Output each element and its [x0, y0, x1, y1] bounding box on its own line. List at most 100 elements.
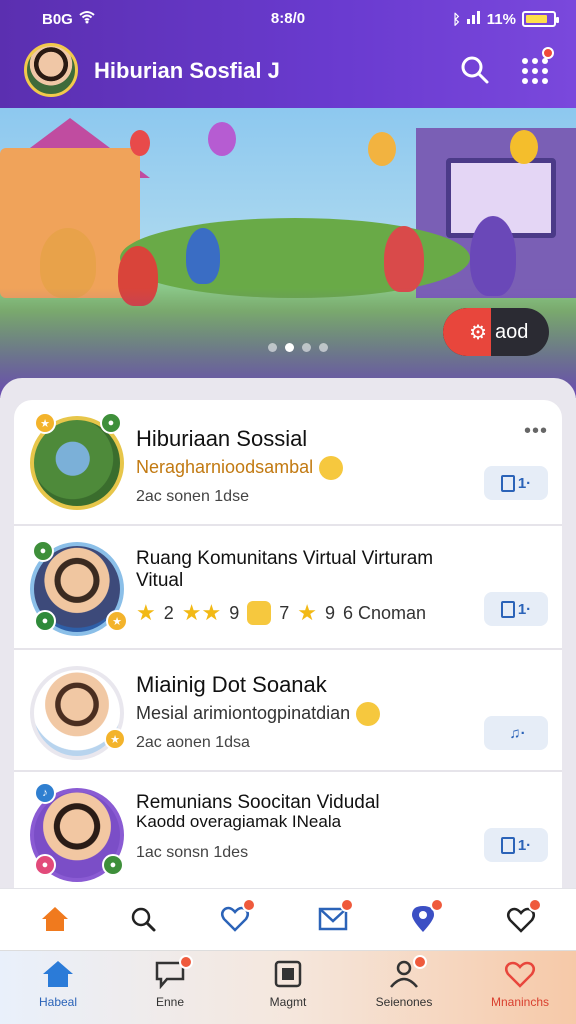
search-icon — [131, 907, 156, 932]
document-icon — [500, 474, 515, 492]
item-meta: 2ac sonen 1dse — [136, 488, 249, 505]
menu-grid-button[interactable] — [522, 47, 554, 85]
nav-search-button[interactable] — [126, 902, 160, 936]
character-illustration — [470, 216, 516, 296]
list-item[interactable]: ● ● ★ Ruang Komunitans Virtual Virturam … — [14, 526, 562, 648]
badge-icon: ● — [32, 540, 54, 562]
battery-icon — [522, 11, 559, 27]
tab-label: Enne — [155, 995, 185, 1009]
item-action-button[interactable]: ♫· — [484, 716, 548, 750]
balloon-illustration — [510, 130, 538, 164]
item-action-button[interactable]: 1· — [484, 828, 548, 862]
item-subtitle: Neragharnioodsambal — [136, 456, 314, 477]
notification-badge — [179, 955, 193, 969]
rating-value: 2 — [163, 602, 174, 623]
document-icon — [500, 836, 515, 854]
home-icon — [42, 907, 68, 931]
carousel-dot[interactable] — [319, 343, 328, 352]
notification-badge — [242, 898, 256, 912]
app-header: B0G 8:8/0 ᛒ 11% Hiburian Sosfial J — [0, 0, 576, 108]
item-title: Remunians Soocitan Vidudal — [136, 792, 380, 813]
tab-moments[interactable]: Mnaninchs — [470, 959, 570, 1009]
character-illustration — [384, 226, 424, 292]
carousel-indicator[interactable] — [268, 343, 328, 352]
hero-banner[interactable]: ⚙ aod — [0, 108, 576, 398]
stars-icon: ★★ — [181, 600, 222, 625]
bluetooth-icon: ᛒ — [452, 11, 461, 27]
item-title-line2: Kaodd overagiamak INeala — [136, 812, 342, 831]
tab-label: Seienones — [375, 995, 433, 1009]
tab-settings[interactable]: Seienones — [354, 955, 454, 1009]
notification-badge — [430, 898, 444, 912]
badge-icon: ● — [100, 412, 122, 434]
emoji-icon — [356, 702, 381, 726]
badge-icon: ★ — [104, 728, 126, 750]
gear-icon: ⚙ — [469, 321, 487, 344]
battery-percent: 11% — [486, 10, 516, 28]
profile-avatar[interactable] — [24, 43, 78, 97]
nav-shield-button[interactable] — [504, 898, 542, 936]
tab-home[interactable]: Habeal — [8, 959, 108, 1009]
nav-messages-button[interactable] — [316, 898, 354, 936]
document-icon — [500, 600, 515, 618]
chat-icon — [153, 955, 193, 990]
item-meta: 1ac sonsn 1des — [136, 844, 249, 861]
nav-location-button[interactable] — [406, 898, 444, 936]
rating-value: 9 — [324, 602, 335, 623]
carousel-dot-active[interactable] — [285, 343, 294, 352]
notification-badge — [340, 898, 354, 912]
badge-icon: ★ — [106, 610, 128, 632]
character-illustration — [186, 228, 220, 284]
balloon-illustration — [208, 122, 236, 156]
item-action-label: 1· — [517, 474, 532, 492]
item-subtitle: Mesial arimiontogpinatdian — [136, 702, 351, 723]
item-meta: 2ac aonen 1dsa — [136, 734, 250, 751]
more-options-icon[interactable]: ••• — [524, 420, 548, 443]
item-action-label: 1· — [517, 836, 532, 854]
list-item[interactable]: ★ Miainig Dot Soanak Mesial arimiontogpi… — [14, 650, 562, 770]
badge-icon: ● — [34, 854, 56, 876]
home-icon — [41, 959, 75, 989]
item-title: Hiburiaan Sossial — [136, 426, 308, 451]
rating-tail: 6 Cnoman — [342, 602, 427, 623]
icon-toolbar — [0, 888, 576, 950]
item-action-label: 1· — [517, 600, 532, 618]
tab-chat[interactable]: Enne — [120, 955, 220, 1009]
emoji-icon — [319, 456, 344, 480]
status-bar: B0G 8:8/0 ᛒ 11% — [0, 10, 576, 28]
rating-row: ★ 2 ★★ 9 7 ★ 9 6 Cnoman — [136, 600, 426, 626]
notification-badge — [528, 898, 542, 912]
item-action-label: ♫· — [509, 724, 526, 742]
tab-management[interactable]: Magmt — [238, 959, 338, 1009]
signal-icon — [466, 10, 481, 28]
grid-icon — [522, 55, 552, 84]
carousel-dot[interactable] — [268, 343, 277, 352]
bottom-tab-bar: Habeal Enne Magmt Seienones Mnaninchs — [0, 950, 576, 1024]
item-title: Ruang Komunitans Virtual Virturam — [136, 548, 434, 569]
badge-icon: ★ — [34, 412, 56, 434]
search-button[interactable] — [460, 55, 490, 85]
nav-home-button[interactable] — [38, 902, 72, 936]
list-item[interactable]: ★ ● Hiburiaan Sossial Neragharnioodsamba… — [14, 400, 562, 524]
search-icon — [461, 56, 489, 84]
badge-icon: ♪ — [34, 782, 56, 804]
item-title-line2: Vitual — [136, 570, 184, 591]
star-icon: ★ — [297, 600, 317, 625]
item-title: Miainig Dot Soanak — [136, 672, 327, 697]
app-title: Hiburian Sosfial J — [94, 58, 280, 83]
list-item[interactable]: ♪ ● ● Remunians Soocitan Vidudal Kaodd o… — [14, 772, 562, 888]
item-action-button[interactable]: 1· — [484, 466, 548, 500]
tab-label: Magmt — [269, 995, 307, 1009]
people-icon — [387, 955, 427, 989]
badge-icon: ● — [102, 854, 124, 876]
tab-label: Habeal — [38, 995, 78, 1009]
item-action-button[interactable]: 1· — [484, 592, 548, 626]
cat-icon — [247, 601, 272, 625]
badge-icon: ● — [34, 610, 56, 632]
carousel-dot[interactable] — [302, 343, 311, 352]
notification-badge — [542, 47, 554, 59]
balloon-illustration — [130, 130, 150, 156]
nav-favorites-button[interactable] — [218, 898, 256, 936]
add-button[interactable]: ⚙ aod — [443, 308, 549, 356]
add-button-label: aod — [495, 320, 529, 343]
